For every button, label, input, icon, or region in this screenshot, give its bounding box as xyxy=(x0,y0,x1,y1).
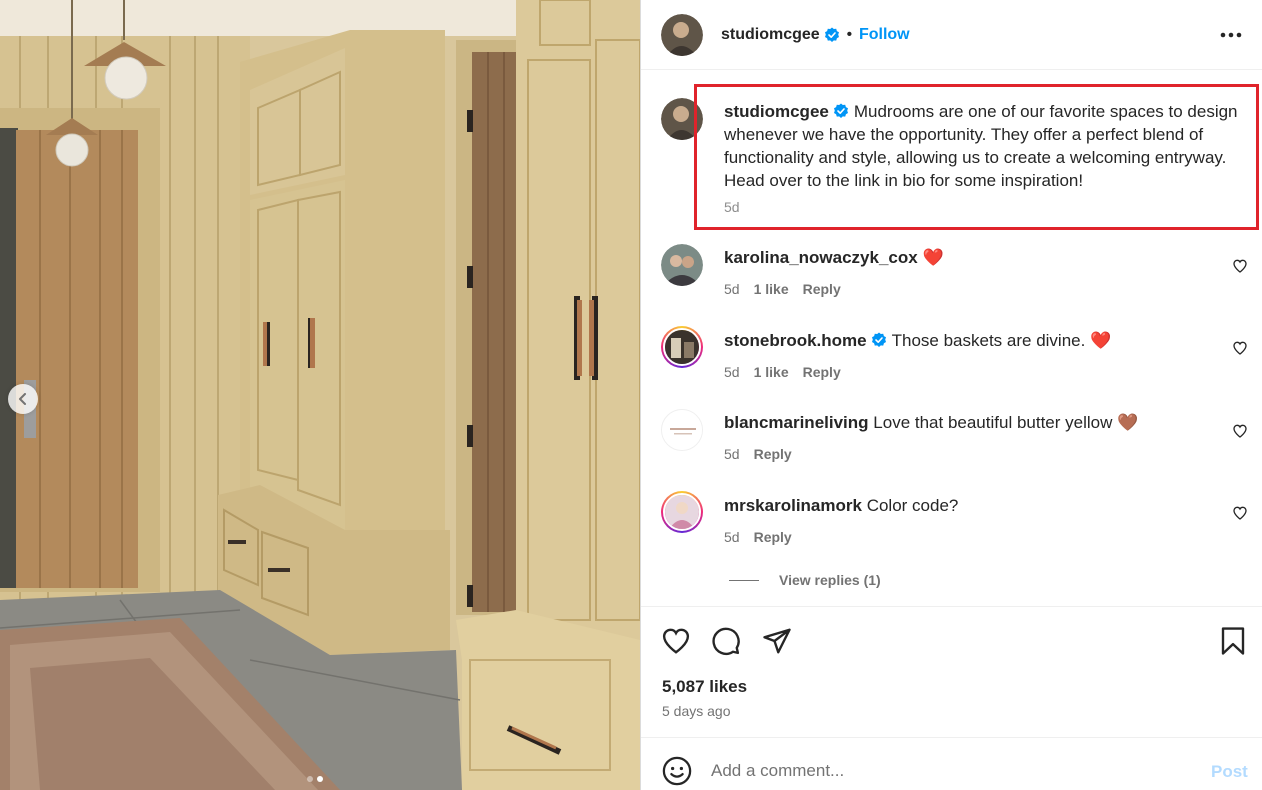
comment-time[interactable]: 5d xyxy=(724,529,740,545)
comment-username[interactable]: karolina_nowaczyk_cox xyxy=(724,248,918,267)
view-replies-label: View replies (1) xyxy=(779,572,881,588)
caption-timestamp[interactable]: 5d xyxy=(724,199,740,215)
bookmark-icon[interactable] xyxy=(1218,626,1248,656)
comment-text: mrskarolinamork Color code? xyxy=(724,496,958,516)
comment-likes[interactable]: 1 like xyxy=(754,364,789,380)
comment-meta: 5d 1 like Reply xyxy=(724,364,855,380)
comment-avatar[interactable] xyxy=(661,326,703,368)
verified-icon xyxy=(833,103,848,118)
comment-username[interactable]: stonebrook.home xyxy=(724,331,867,350)
author-avatar[interactable] xyxy=(661,13,703,56)
author-username[interactable]: studiomcgee xyxy=(721,26,820,44)
verified-icon xyxy=(824,27,839,42)
reply-button[interactable]: Reply xyxy=(754,529,792,545)
view-replies-line xyxy=(729,579,759,581)
comment-username[interactable]: mrskarolinamork xyxy=(724,496,862,515)
comment-body: ❤️ xyxy=(922,248,944,267)
heart-icon[interactable] xyxy=(1232,423,1248,439)
post-caption: studiomcgee Mudrooms are one of our favo… xyxy=(724,100,1254,192)
heart-icon[interactable] xyxy=(661,626,691,656)
comment-body: Those baskets are divine. ❤️ xyxy=(891,331,1112,350)
likes-count[interactable]: 5,087 likes xyxy=(662,677,747,697)
more-options-button[interactable] xyxy=(1218,22,1244,48)
follow-button[interactable]: Follow xyxy=(859,26,910,44)
reply-button[interactable]: Reply xyxy=(803,281,841,297)
comment-meta: 5d Reply xyxy=(724,446,806,462)
actions-bar xyxy=(641,606,1262,655)
posted-time: 5 days ago xyxy=(662,703,731,719)
reply-button[interactable]: Reply xyxy=(803,364,841,380)
comment-text: blancmarineliving Love that beautiful bu… xyxy=(724,413,1138,433)
post-media[interactable] xyxy=(0,0,640,790)
mudroom-photo xyxy=(0,0,640,790)
carousel-dots xyxy=(307,776,323,782)
comment-avatar[interactable] xyxy=(661,491,703,533)
comment-text: stonebrook.home Those baskets are divine… xyxy=(724,331,1111,351)
comment-time[interactable]: 5d xyxy=(724,364,740,380)
carousel-dot xyxy=(307,776,313,782)
share-icon[interactable] xyxy=(762,626,792,656)
comment-body: Color code? xyxy=(866,496,959,515)
comment-meta: 5d 1 like Reply xyxy=(724,281,855,297)
comment-time[interactable]: 5d xyxy=(724,446,740,462)
heart-icon[interactable] xyxy=(1232,258,1248,274)
comment-time[interactable]: 5d xyxy=(724,281,740,297)
reply-button[interactable]: Reply xyxy=(754,446,792,462)
carousel-dot xyxy=(317,776,323,782)
comment-input[interactable] xyxy=(711,757,1191,785)
caption-username[interactable]: studiomcgee xyxy=(724,102,829,121)
emoji-icon[interactable] xyxy=(662,756,692,786)
add-comment-bar: Post xyxy=(641,737,1262,790)
more-icon xyxy=(1220,32,1242,38)
header-separator: • xyxy=(846,26,852,43)
heart-icon[interactable] xyxy=(1232,340,1248,356)
post-header: studiomcgee • Follow xyxy=(641,0,1262,70)
verified-icon xyxy=(871,332,886,347)
comment-likes[interactable]: 1 like xyxy=(754,281,789,297)
post-comment-button[interactable]: Post xyxy=(1211,762,1248,782)
comment-text: karolina_nowaczyk_cox ❤️ xyxy=(724,248,944,268)
comment-meta: 5d Reply xyxy=(724,529,806,545)
comment-body: Love that beautiful butter yellow 🤎 xyxy=(873,413,1139,432)
carousel-prev-button[interactable] xyxy=(8,384,38,414)
comment-username[interactable]: blancmarineliving xyxy=(724,413,869,432)
post-modal: studiomcgee • Follow studiomcgee Mudroom… xyxy=(0,0,1262,790)
view-replies-button[interactable]: View replies (1) xyxy=(729,572,881,588)
comment-icon[interactable] xyxy=(711,626,741,656)
chevron-left-icon xyxy=(19,393,26,405)
comment-avatar[interactable] xyxy=(661,409,703,451)
heart-icon[interactable] xyxy=(1232,505,1248,521)
comment-avatar[interactable] xyxy=(661,244,703,286)
